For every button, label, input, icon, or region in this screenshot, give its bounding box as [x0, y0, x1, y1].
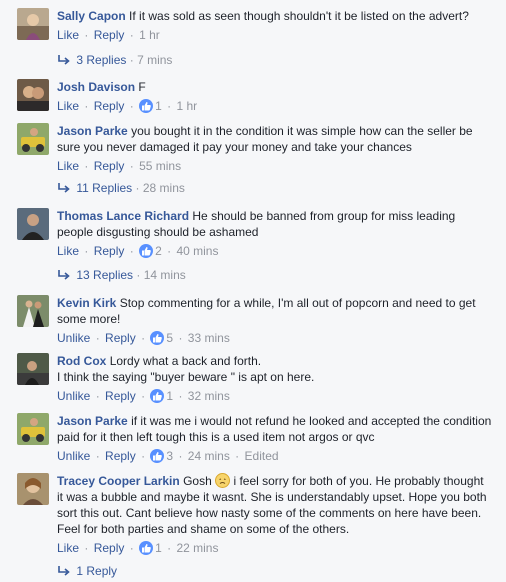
comment-text: F [138, 80, 146, 94]
comment-text-line-2: I think the saying "buyer beware " is ap… [57, 370, 315, 384]
reply-count[interactable]: 1 Reply [76, 564, 117, 578]
unlike-button[interactable]: Unlike [57, 389, 90, 403]
comment-feed: Sally Capon If it was sold as seen thoug… [0, 0, 506, 578]
unlike-button[interactable]: Unlike [57, 449, 90, 463]
reply-count[interactable]: 3 Replies [76, 53, 126, 67]
reply-timestamp: 28 mins [142, 181, 185, 195]
view-replies-link[interactable]: 11 Replies · 28 mins [57, 179, 185, 199]
reaction-count[interactable]: 1 [155, 99, 162, 113]
avatar[interactable] [17, 208, 49, 240]
reply-button[interactable]: Reply [94, 99, 125, 113]
view-replies-link[interactable]: 1 Reply [57, 562, 117, 582]
reaction-count[interactable]: 3 [166, 449, 173, 463]
reply-button[interactable]: Reply [105, 389, 136, 403]
like-reaction-icon[interactable] [139, 541, 154, 555]
reply-arrow-icon [57, 53, 73, 71]
comment-author[interactable]: Rod Cox [57, 354, 106, 368]
like-reaction-icon[interactable] [150, 331, 165, 345]
reply-button[interactable]: Reply [94, 541, 125, 555]
reply-arrow-icon [57, 268, 73, 286]
comment-text: If it was sold as seen though shouldn't … [129, 9, 469, 23]
reaction-count[interactable]: 5 [166, 331, 173, 345]
edited-label[interactable]: Edited [245, 449, 279, 463]
unlike-button[interactable]: Unlike [57, 331, 90, 345]
comment-text: Lordy what a back and forth. [109, 354, 262, 368]
like-button[interactable]: Like [57, 541, 79, 555]
reply-timestamp: 14 mins [143, 268, 186, 282]
reply-count[interactable]: 13 Replies [76, 268, 133, 282]
like-button[interactable]: Like [57, 99, 79, 113]
reply-button[interactable]: Reply [94, 159, 125, 173]
comment-timestamp[interactable]: 24 mins [188, 449, 230, 463]
disappointed-face-emoji-icon [215, 473, 231, 488]
avatar[interactable] [17, 473, 49, 505]
reply-button[interactable]: Reply [105, 449, 136, 463]
reaction-count[interactable]: 1 [166, 389, 173, 403]
comment-author[interactable]: Jason Parke [57, 414, 128, 428]
reply-button[interactable]: Reply [94, 244, 125, 258]
comment-timestamp[interactable]: 33 mins [188, 331, 230, 345]
comment-text: Gosh [183, 474, 212, 488]
reply-arrow-icon [57, 564, 73, 582]
comment-author[interactable]: Jason Parke [57, 124, 128, 138]
reaction-count[interactable]: 1 [155, 541, 162, 555]
like-button[interactable]: Like [57, 28, 79, 42]
like-reaction-icon[interactable] [150, 389, 165, 403]
like-button[interactable]: Like [57, 159, 79, 173]
like-button[interactable]: Like [57, 244, 79, 258]
comment-author[interactable]: Sally Capon [57, 9, 126, 23]
like-reaction-icon[interactable] [139, 244, 154, 258]
comment-author[interactable]: Josh Davison [57, 80, 135, 94]
comment-text: Stop commenting for a while, I'm all out… [57, 296, 476, 326]
view-replies-link[interactable]: 3 Replies · 7 mins [57, 51, 172, 71]
reply-arrow-icon [57, 181, 73, 199]
comment-timestamp[interactable]: 22 mins [176, 541, 218, 555]
like-reaction-icon[interactable] [150, 449, 165, 463]
avatar[interactable] [17, 79, 49, 111]
reply-timestamp: 7 mins [137, 53, 173, 67]
reply-button[interactable]: Reply [94, 28, 125, 42]
comment-timestamp[interactable]: 32 mins [188, 389, 230, 403]
comment-author[interactable]: Kevin Kirk [57, 296, 116, 310]
comment-timestamp[interactable]: 55 mins [139, 159, 181, 173]
avatar[interactable] [17, 295, 49, 327]
comment-timestamp[interactable]: 1 hr [139, 28, 160, 42]
comment-author[interactable]: Thomas Lance Richard [57, 209, 189, 223]
reaction-count[interactable]: 2 [155, 244, 162, 258]
comment-timestamp[interactable]: 1 hr [176, 99, 197, 113]
avatar[interactable] [17, 353, 49, 385]
avatar[interactable] [17, 123, 49, 155]
reply-count[interactable]: 11 Replies [76, 181, 132, 195]
view-replies-link[interactable]: 13 Replies · 14 mins [57, 266, 186, 286]
like-reaction-icon[interactable] [139, 99, 154, 113]
reply-button[interactable]: Reply [105, 331, 136, 345]
comment-timestamp[interactable]: 40 mins [176, 244, 218, 258]
avatar[interactable] [17, 413, 49, 445]
comment-author[interactable]: Tracey Cooper Larkin [57, 474, 180, 488]
avatar[interactable] [17, 8, 49, 40]
